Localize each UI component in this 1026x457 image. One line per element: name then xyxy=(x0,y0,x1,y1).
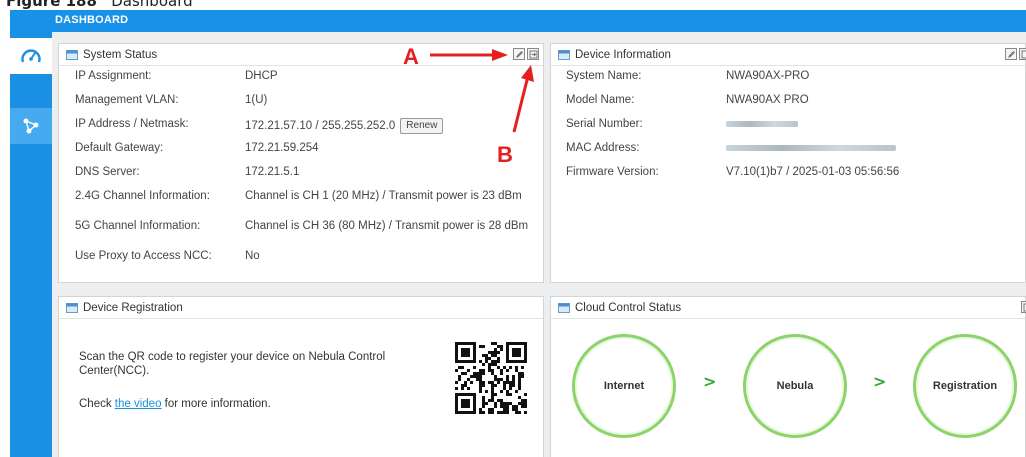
edit-button[interactable] xyxy=(513,48,525,60)
info-row: Model Name: NWA90AX PRO xyxy=(566,94,809,106)
refresh-icon xyxy=(1023,303,1026,311)
video-link[interactable]: the video xyxy=(115,398,162,410)
panel-header: Device Registration xyxy=(59,297,543,319)
panel-header: Device Information xyxy=(551,44,1026,66)
figure-caption: Figure 188 Dashboard xyxy=(6,0,193,10)
info-row: Firmware Version: V7.10(1)b7 / 2025-01-03… xyxy=(566,166,900,178)
page-title: DASHBOARD xyxy=(55,14,129,26)
registration-status-node: Registration xyxy=(913,334,1017,438)
dashboard-gauge-icon xyxy=(21,49,41,63)
status-row: Use Proxy to Access NCC: No xyxy=(75,250,260,262)
internet-status-node: Internet xyxy=(572,334,676,438)
nebula-status-node: Nebula xyxy=(743,334,847,438)
status-row: 2.4G Channel Information: Channel is CH 1… xyxy=(75,190,522,202)
info-row: System Name: NWA90AX-PRO xyxy=(566,70,810,82)
device-information-panel: Device Information System Name: NWA90AX-P… xyxy=(550,43,1026,283)
panel-tools xyxy=(1005,48,1026,60)
panel-header: Cloud Control Status xyxy=(551,297,1026,319)
sidebar-item-dashboard[interactable] xyxy=(10,38,52,74)
panel-tools xyxy=(1021,301,1026,313)
refresh-icon xyxy=(1021,50,1026,58)
panel-title-icon xyxy=(66,303,78,313)
status-row: IP Address / Netmask: 172.21.57.10 / 255.… xyxy=(75,118,543,142)
system-status-panel: System Status IP Assignment: DHCP Managem… xyxy=(58,43,544,283)
status-row: DNS Server: 172.21.5.1 xyxy=(75,166,300,178)
edit-icon xyxy=(1007,50,1015,58)
refresh-button[interactable] xyxy=(1021,301,1026,313)
edit-button[interactable] xyxy=(1005,48,1017,60)
panel-title: Device Information xyxy=(575,48,671,61)
device-registration-panel: Device Registration Scan the QR code to … xyxy=(58,296,544,457)
device-info-rows: System Name: NWA90AX-PRO Model Name: NWA90… xyxy=(551,66,1025,190)
panel-title-icon xyxy=(558,303,570,313)
panel-title: Cloud Control Status xyxy=(575,301,682,314)
panel-title: System Status xyxy=(83,48,158,61)
annotation-arrow-a xyxy=(430,49,508,61)
panel-title-icon xyxy=(66,50,78,60)
video-help-text: Check the video for more information. xyxy=(79,398,271,410)
refresh-icon xyxy=(529,50,537,58)
refresh-button[interactable] xyxy=(527,48,539,60)
edit-icon xyxy=(515,50,523,58)
ip-netmask-value: 172.21.57.10 / 255.255.252.0 xyxy=(245,120,396,133)
status-row: 5G Channel Information: Channel is CH 36 … xyxy=(75,220,529,232)
status-row: IP Assignment: DHCP xyxy=(75,70,278,82)
status-row: Default Gateway: 172.21.59.254 xyxy=(75,142,319,154)
network-share-icon xyxy=(23,118,39,134)
renew-button[interactable]: Renew xyxy=(400,118,444,134)
info-row: MAC Address: xyxy=(566,142,1025,166)
dashboard-content: System Status IP Assignment: DHCP Managem… xyxy=(52,32,1026,457)
panel-tools xyxy=(513,48,539,60)
info-row: Serial Number: xyxy=(566,118,1025,142)
qr-code xyxy=(455,342,527,414)
sidebar xyxy=(10,32,52,457)
status-row: Management VLAN: 1(U) xyxy=(75,94,268,106)
annotation-a-label: A xyxy=(403,44,419,69)
registration-instructions: Scan the QR code to register your device… xyxy=(79,351,386,377)
system-status-rows: IP Assignment: DHCP Management VLAN: 1(U) … xyxy=(59,66,543,272)
sidebar-item-network[interactable] xyxy=(10,108,52,144)
mac-address-redacted xyxy=(726,144,896,151)
panel-title-icon xyxy=(558,50,570,60)
flow-arrow: > xyxy=(703,372,717,391)
cloud-control-status-panel: Cloud Control Status Internet > Nebula >… xyxy=(550,296,1026,457)
panel-title: Device Registration xyxy=(83,301,183,314)
annotation-b-label: B xyxy=(497,142,513,167)
serial-number-redacted xyxy=(726,120,798,127)
annotation-arrow-b xyxy=(512,65,534,133)
top-bar: DASHBOARD xyxy=(10,10,1026,32)
flow-arrow: > xyxy=(873,372,887,391)
refresh-button[interactable] xyxy=(1019,48,1026,60)
